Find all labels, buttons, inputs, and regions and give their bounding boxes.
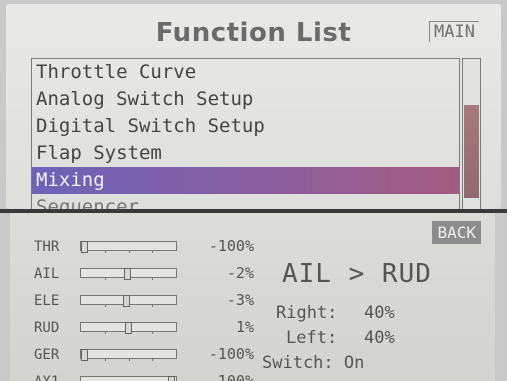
channel-value: -100% xyxy=(208,345,254,363)
channel-label: RUD xyxy=(34,320,60,336)
channel-bar-tick xyxy=(152,277,154,280)
right-rate-value[interactable]: 40% xyxy=(364,303,395,323)
channel-bar xyxy=(80,349,177,361)
channel-row-thr: THR -100% xyxy=(34,237,254,257)
channel-bar xyxy=(80,376,177,381)
list-scrollbar[interactable] xyxy=(462,58,481,209)
list-item-flap-system[interactable]: Flap System xyxy=(32,140,459,167)
back-button[interactable]: BACK xyxy=(432,221,481,244)
main-button[interactable]: MAIN xyxy=(429,21,479,42)
list-item-mixing[interactable]: Mixing xyxy=(32,167,459,194)
channel-value: 100% xyxy=(217,372,254,381)
channel-value: -3% xyxy=(226,291,254,309)
channel-value: 1% xyxy=(235,318,254,336)
right-rate-label: Right: xyxy=(276,303,338,323)
channel-bar-tick xyxy=(104,331,106,334)
mix-monitor-screen: BACK THR -100% AIL -2% ELE -3% RUD 1% GER -100% AX… xyxy=(10,213,495,381)
left-rate-value[interactable]: 40% xyxy=(364,328,395,348)
function-list-screen: Function List MAIN Throttle Curve Analog… xyxy=(6,4,501,209)
channel-position-marker xyxy=(81,349,88,361)
left-rate-label: Left: xyxy=(286,328,338,348)
channel-label: THR xyxy=(34,239,60,255)
switch-setting[interactable]: Switch: On xyxy=(262,353,364,373)
channel-label: AX1 xyxy=(34,374,59,381)
channel-bar-tick xyxy=(104,277,106,280)
channel-position-marker xyxy=(168,376,175,381)
channel-bar-tick xyxy=(128,358,130,361)
list-item-throttle-curve[interactable]: Throttle Curve xyxy=(32,59,459,86)
list-item-digital-switch-setup[interactable]: Digital Switch Setup xyxy=(32,113,459,140)
scrollbar-thumb[interactable] xyxy=(464,105,479,198)
channel-position-marker xyxy=(81,241,88,253)
channel-label: ELE xyxy=(34,293,60,309)
channel-bar-tick xyxy=(152,250,154,253)
channel-position-marker xyxy=(123,295,131,307)
channel-position-marker xyxy=(123,268,131,280)
channel-value: -100% xyxy=(208,237,254,255)
channel-bar-tick xyxy=(152,304,154,307)
mix-title[interactable]: AIL > RUD xyxy=(282,259,432,289)
channel-row-ax1: AX1 100% xyxy=(34,372,254,381)
channel-bar xyxy=(80,295,177,307)
channel-bar-tick xyxy=(104,304,106,307)
list-item-sequencer[interactable]: Sequencer xyxy=(32,194,459,209)
channel-row-ail: AIL -2% xyxy=(34,264,254,284)
page-title: Function List xyxy=(155,18,352,48)
channel-row-rud: RUD 1% xyxy=(34,318,254,338)
channel-bar xyxy=(80,322,177,334)
channel-value: -2% xyxy=(226,264,254,282)
channel-label: GER xyxy=(34,347,60,363)
channel-bar-tick xyxy=(152,358,154,361)
channel-label: AIL xyxy=(34,266,60,282)
channel-bar xyxy=(80,241,177,253)
channel-row-ger: GER -100% xyxy=(34,345,254,365)
channel-bar-tick xyxy=(128,250,130,253)
channel-bar-tick xyxy=(104,358,106,361)
channel-row-ele: ELE -3% xyxy=(34,291,254,311)
channel-bar-tick xyxy=(104,250,106,253)
channel-position-marker xyxy=(124,322,132,334)
channel-bar xyxy=(80,268,177,280)
list-item-analog-switch-setup[interactable]: Analog Switch Setup xyxy=(32,86,459,113)
function-list: Throttle Curve Analog Switch Setup Digit… xyxy=(31,58,460,209)
channel-bar-tick xyxy=(152,331,154,334)
